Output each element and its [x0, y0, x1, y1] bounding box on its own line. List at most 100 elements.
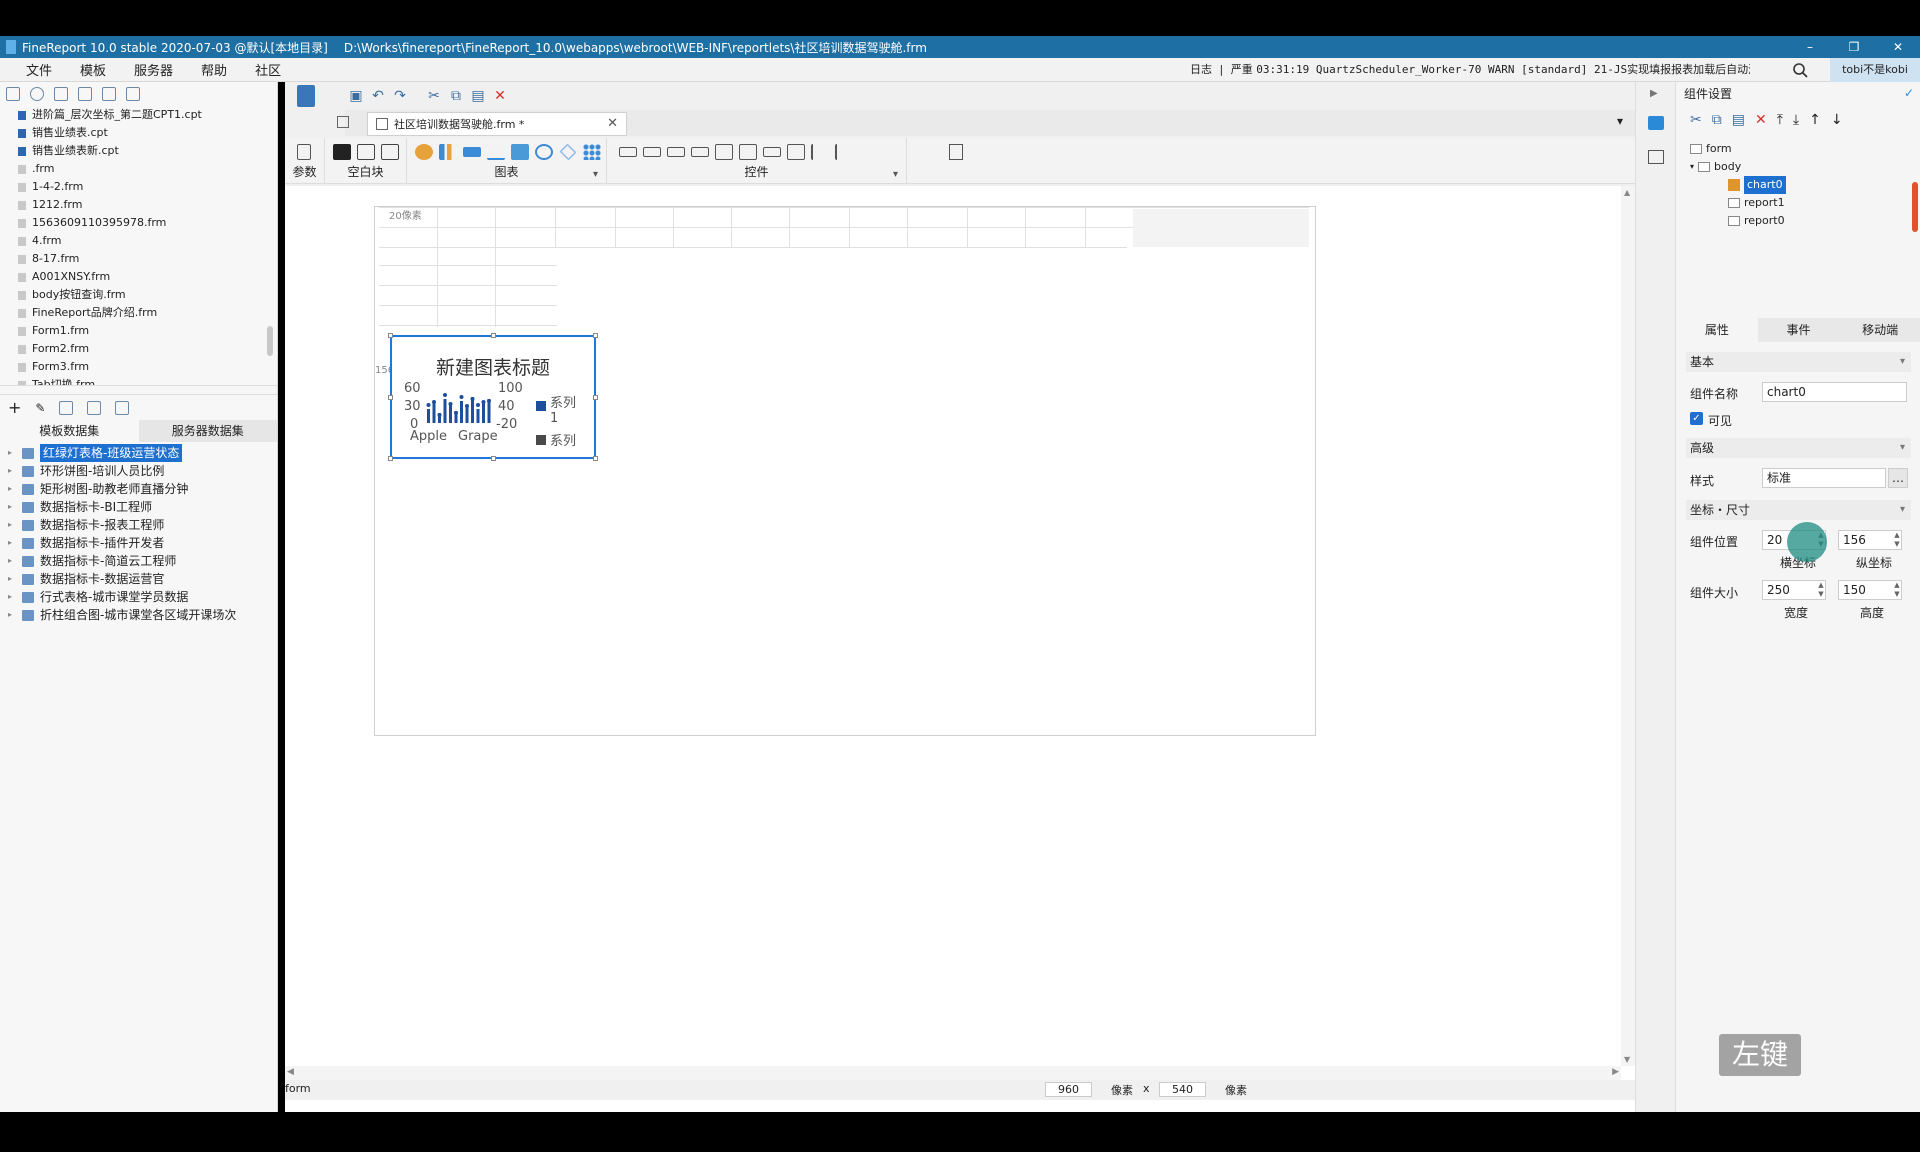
menu-server[interactable]: 服务器	[120, 60, 187, 79]
undo-icon[interactable]: ↶	[367, 86, 389, 106]
tree-node-report1[interactable]: report1	[1728, 194, 1785, 212]
menu-community[interactable]: 社区	[241, 60, 295, 79]
dataset-item[interactable]: ▸ 数据指标卡-简道云工程师	[0, 552, 277, 570]
calendar-icon[interactable]	[739, 144, 757, 160]
settings-icon[interactable]	[78, 87, 92, 101]
chevron-down-icon[interactable]: ▾	[893, 169, 898, 180]
gauge-chart-icon[interactable]	[535, 144, 553, 160]
spinner-icon[interactable]: ▲▼	[1816, 581, 1826, 599]
tab-document[interactable]: 社区培训数据驾驶舱.frm * ✕	[367, 112, 627, 136]
resize-handle[interactable]	[593, 333, 598, 338]
move-down-icon[interactable]: ↓	[1831, 112, 1843, 128]
cut-icon[interactable]: ✂	[423, 86, 445, 106]
tab-server-dataset[interactable]: 服务器数据集	[138, 420, 277, 442]
minimize-button[interactable]: –	[1788, 36, 1832, 58]
resize-handle[interactable]	[593, 395, 598, 400]
bar-chart-icon[interactable]	[439, 144, 457, 160]
dataset-item[interactable]: ▸ 行式表格-城市课堂学员数据	[0, 588, 277, 606]
expand-arrow-icon[interactable]: ▸	[8, 606, 16, 624]
list-item[interactable]: 1-4-2.frm	[18, 178, 277, 196]
expand-arrow-icon[interactable]: ▸	[8, 570, 16, 588]
spinner-icon[interactable]: ▲▼	[1892, 531, 1902, 549]
expand-arrow-icon[interactable]: ▸	[8, 516, 16, 534]
list-item[interactable]: 1563609110395978.frm	[18, 214, 277, 232]
delete-icon[interactable]: ✕	[489, 86, 511, 106]
delete-dataset-icon[interactable]	[59, 400, 74, 415]
resize-handle[interactable]	[388, 395, 393, 400]
list-item[interactable]: body按钮查询.frm	[18, 286, 277, 304]
log-line[interactable]: 日志 | 严重 03:31:19 QuartzScheduler_Worker-…	[1190, 58, 1750, 82]
expand-arrow-icon[interactable]: ▸	[8, 552, 16, 570]
checkbox-group-icon[interactable]	[811, 144, 829, 160]
list-item[interactable]: 销售业绩表新.cpt	[18, 142, 277, 160]
absolute-layout-icon[interactable]	[357, 144, 375, 160]
search-icon[interactable]	[1792, 62, 1808, 78]
label-widget-icon[interactable]	[763, 147, 781, 157]
area-chart-icon[interactable]	[511, 144, 529, 160]
pie-chart-icon[interactable]	[415, 144, 433, 160]
delete-icon[interactable]: ✕	[1755, 112, 1767, 128]
layout-icon[interactable]	[1648, 150, 1664, 164]
tree-node-chart0[interactable]: chart0	[1728, 176, 1786, 194]
spinner-icon[interactable]: ▲▼	[1892, 581, 1902, 599]
paste-icon[interactable]: ▤	[467, 86, 489, 106]
list-item[interactable]: 进阶篇_层次坐标_第二题CPT1.cpt	[18, 106, 277, 124]
list-item[interactable]: .frm	[18, 160, 277, 178]
resize-handle[interactable]	[388, 456, 393, 461]
vertical-scrollbar[interactable]: ▲ ▼	[1621, 186, 1635, 1066]
list-item[interactable]: 8-17.frm	[18, 250, 277, 268]
scroll-down-icon[interactable]: ▼	[1624, 1055, 1630, 1064]
close-tab-icon[interactable]: ✕	[607, 116, 618, 131]
close-window-button[interactable]: ✕	[1876, 36, 1920, 58]
move-bottom-icon[interactable]: ⤓	[1793, 112, 1799, 128]
section-coord-size[interactable]: 坐标・尺寸 ▾	[1686, 500, 1911, 520]
expand-arrow-icon[interactable]: ▾	[1690, 158, 1694, 176]
tree-node-report0[interactable]: report0	[1728, 212, 1785, 230]
dataset-item[interactable]: ▸ 数据指标卡-插件开发者	[0, 534, 277, 552]
new-folder-icon[interactable]	[6, 87, 20, 101]
tree-node-body[interactable]: ▾ body	[1690, 158, 1741, 176]
expand-arrow-icon[interactable]: ▸	[8, 462, 16, 480]
date-icon[interactable]	[715, 144, 733, 160]
horizontal-scrollbar[interactable]: ◀ ▶	[285, 1066, 1621, 1080]
resize-handle[interactable]	[491, 333, 496, 338]
open-icon[interactable]	[54, 87, 68, 101]
list-item[interactable]: 4.frm	[18, 232, 277, 250]
param-icon[interactable]	[115, 400, 130, 415]
scroll-up-icon[interactable]: ▲	[1624, 188, 1630, 197]
restore-button[interactable]: ❐	[1832, 36, 1876, 58]
resize-handle[interactable]	[491, 456, 496, 461]
paste-icon[interactable]: ▤	[1732, 112, 1745, 128]
refresh-icon[interactable]	[30, 87, 44, 101]
tab-layout-icon[interactable]	[381, 144, 399, 160]
scroll-left-icon[interactable]: ◀	[287, 1067, 294, 1077]
menu-file[interactable]: 文件	[12, 60, 66, 79]
more-icon[interactable]: …	[1888, 468, 1908, 488]
resize-handle[interactable]	[593, 456, 598, 461]
canvas-width-field[interactable]: 960	[1045, 1082, 1092, 1097]
canvas-height-field[interactable]: 540	[1159, 1082, 1206, 1097]
section-advanced[interactable]: 高级 ▾	[1686, 438, 1911, 458]
preview-icon[interactable]	[87, 400, 102, 415]
form-canvas[interactable]: 20像素 156像素 新建图表标题 60 30	[374, 206, 1316, 736]
cut-icon[interactable]: ✂	[1690, 112, 1702, 128]
dataset-item[interactable]: ▸ 矩形树图-助教老师直播分钟	[0, 480, 277, 498]
file-list-scrollbar[interactable]	[267, 326, 273, 356]
blank-block-icon[interactable]	[333, 144, 351, 160]
menu-template[interactable]: 模板	[66, 60, 120, 79]
copy-icon[interactable]: ⧉	[1712, 112, 1722, 128]
list-item[interactable]: 1212.frm	[18, 196, 277, 214]
list-item[interactable]: Form3.frm	[18, 358, 277, 376]
redo-icon[interactable]: ↷	[389, 86, 411, 106]
add-dataset-icon[interactable]: +	[8, 398, 21, 417]
resize-handle[interactable]	[388, 333, 393, 338]
line-chart-icon[interactable]	[487, 144, 505, 160]
report-block-icon[interactable]	[949, 144, 963, 160]
text-field-icon[interactable]	[619, 147, 637, 157]
scroll-right-icon[interactable]: ▶	[1612, 1067, 1619, 1077]
section-basic[interactable]: 基本 ▾	[1686, 352, 1911, 372]
menu-help[interactable]: 帮助	[187, 60, 241, 79]
tab-menu-icon[interactable]: ▾	[1617, 114, 1623, 128]
delete-icon[interactable]	[102, 87, 116, 101]
dataset-item[interactable]: ▸ 环形饼图-培训人员比例	[0, 462, 277, 480]
